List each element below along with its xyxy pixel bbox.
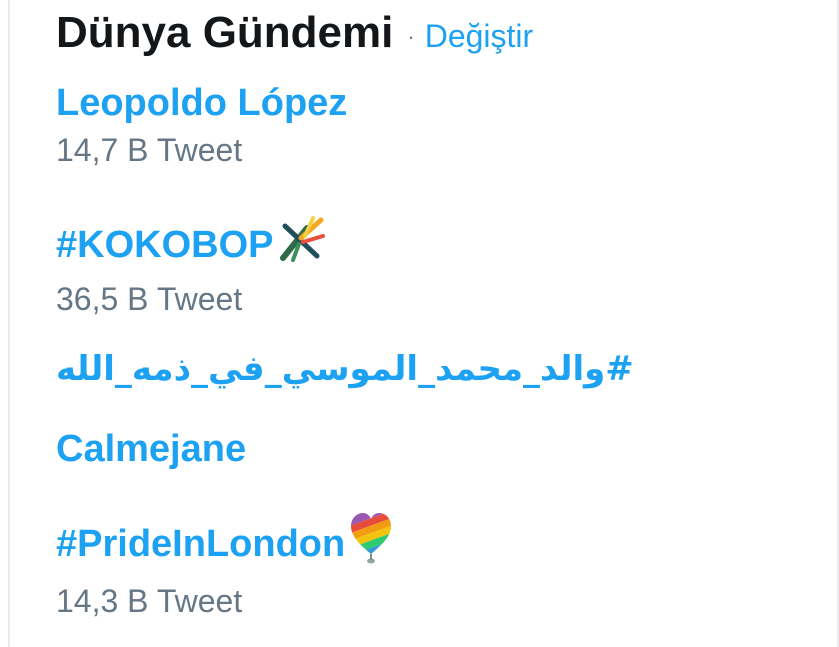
kokobop-emoji-icon xyxy=(277,214,327,275)
trend-name: #KOKOBOP xyxy=(56,223,274,266)
trend-name: #والد_محمد_الموسي_في_ذمه_الله xyxy=(56,349,634,389)
trends-header: Dünya Gündemi · Değiştir xyxy=(56,0,533,58)
trend-name-link[interactable]: #PrideInLondon xyxy=(56,510,393,577)
left-panel-border xyxy=(8,0,10,647)
trend-name-link[interactable]: #والد_محمد_الموسي_في_ذمه_الله xyxy=(56,346,634,392)
trend-name-link[interactable]: Leopoldo López xyxy=(56,80,347,126)
trend-name-link[interactable]: #KOKOBOP xyxy=(56,214,327,275)
trend-tweet-count: 14,7 B Tweet xyxy=(56,132,243,168)
trend-name: Calmejane xyxy=(56,428,247,470)
trend-tweet-count: 14,3 B Tweet xyxy=(56,583,243,619)
trend-name: #PrideInLondon xyxy=(56,522,346,565)
trend-item[interactable]: #KOKOBOP 36,5 B Tweet xyxy=(56,214,327,319)
trend-item[interactable]: #PrideInLondon 14,3 B Tweet xyxy=(56,510,393,621)
trend-item[interactable]: Calmejane xyxy=(56,426,246,472)
trend-tweet-count: 36,5 B Tweet xyxy=(56,281,243,317)
trend-item[interactable]: Leopoldo López 14,7 B Tweet xyxy=(56,80,347,170)
pride-heart-pin-icon xyxy=(349,510,393,577)
trends-title: Dünya Gündemi xyxy=(56,8,394,57)
change-trends-link[interactable]: Değiştir xyxy=(425,14,533,58)
trend-item[interactable]: #والد_محمد_الموسي_في_ذمه_الله xyxy=(56,346,634,392)
trend-name: Leopoldo López xyxy=(56,82,348,124)
header-separator: · xyxy=(407,24,415,49)
trend-name-link[interactable]: Calmejane xyxy=(56,426,246,472)
